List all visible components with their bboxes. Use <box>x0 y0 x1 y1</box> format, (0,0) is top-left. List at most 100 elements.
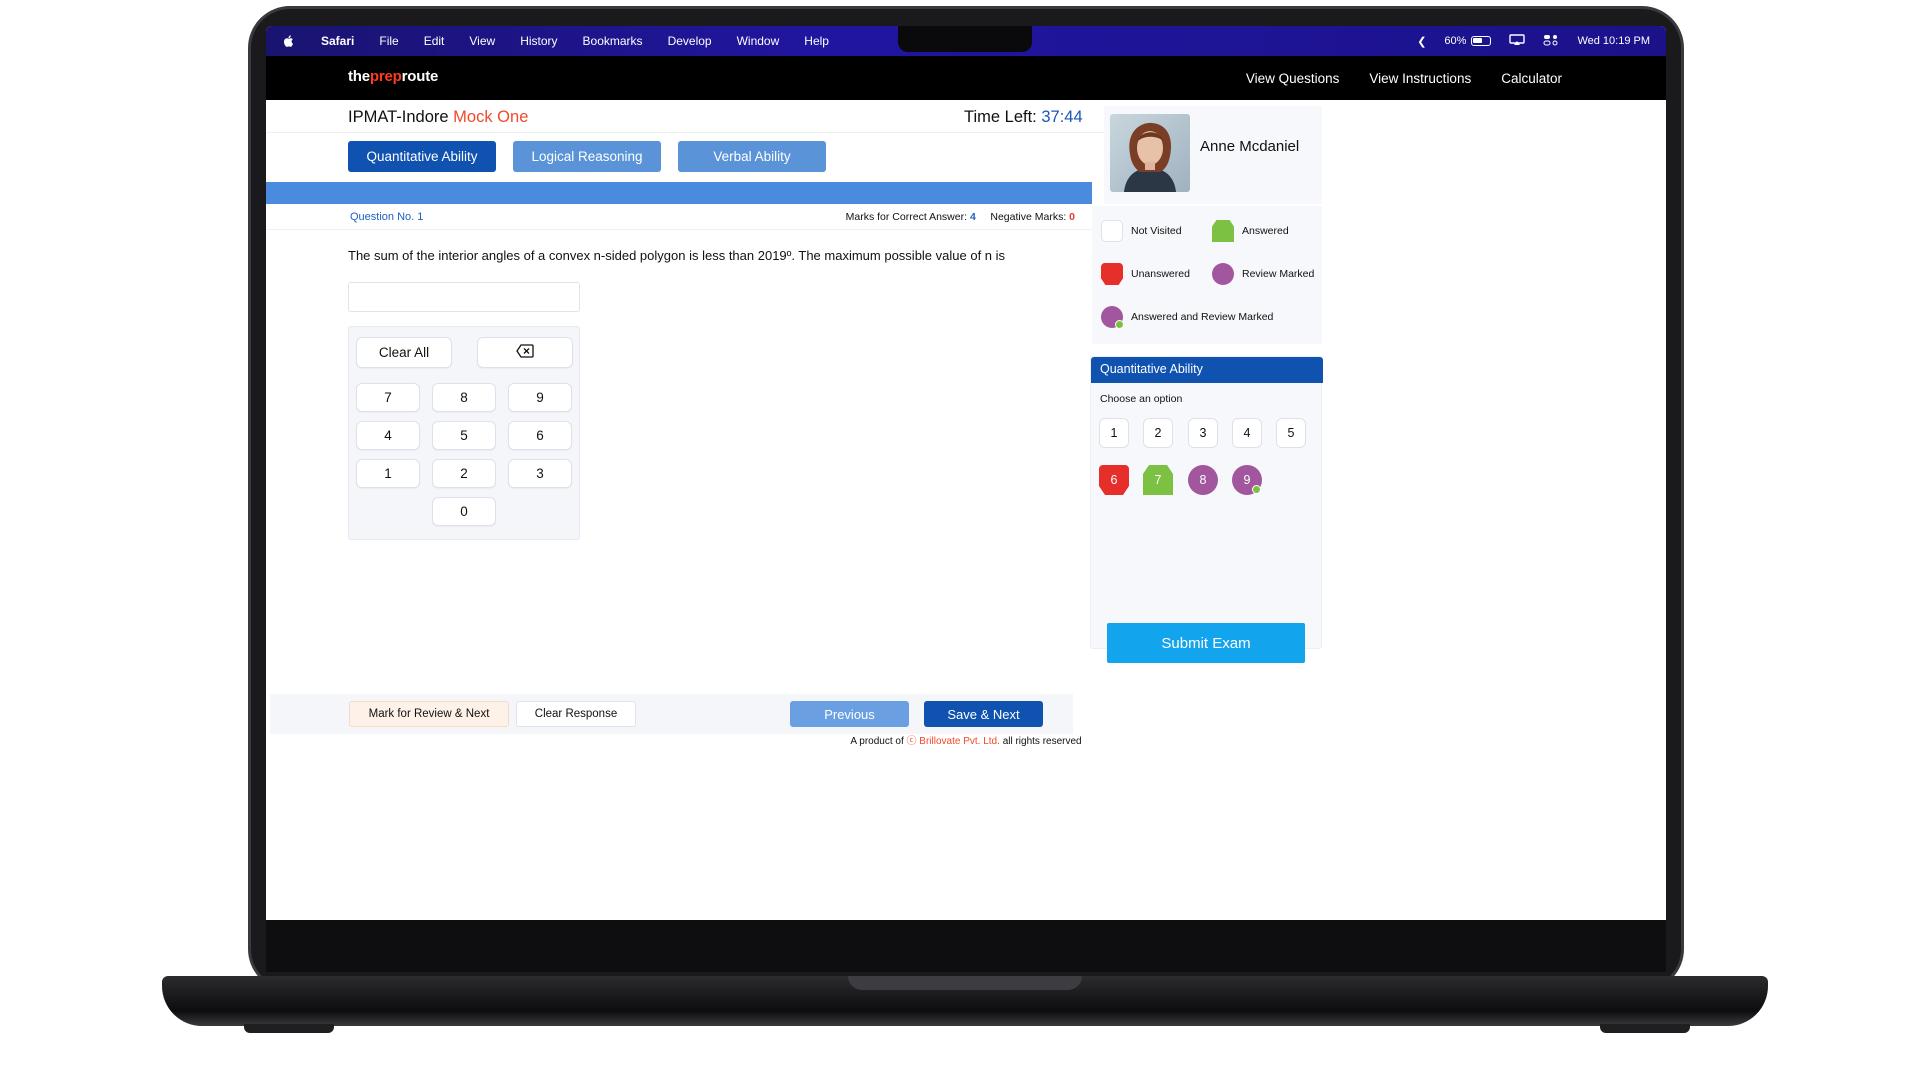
screen-mirroring-icon[interactable] <box>1509 33 1526 49</box>
nav-view-questions[interactable]: View Questions <box>1246 71 1340 86</box>
footer-prefix: A product of <box>850 736 904 747</box>
menu-file[interactable]: File <box>379 34 398 48</box>
question-panel: IPMAT-Indore Mock One Time Left: 37:44 Q… <box>266 100 1322 920</box>
key-0[interactable]: 0 <box>432 497 496 526</box>
palette-question-4[interactable]: 4 <box>1232 418 1262 448</box>
backspace-icon <box>516 344 534 361</box>
palette-question-5[interactable]: 5 <box>1276 418 1306 448</box>
mark-for-review-button[interactable]: Mark for Review & Next <box>349 701 509 727</box>
candidate-card: Anne Mcdaniel <box>1104 106 1322 204</box>
chevron-left-icon[interactable]: ❮ <box>1417 35 1426 48</box>
previous-button[interactable]: Previous <box>790 701 909 727</box>
laptop-foot <box>1600 1024 1690 1033</box>
key-8[interactable]: 8 <box>432 383 496 412</box>
laptop-bezel <box>266 920 1666 972</box>
palette-question-8[interactable]: 8 <box>1188 465 1218 495</box>
avatar <box>1110 114 1190 192</box>
question-number: Question No. 1 <box>350 211 424 223</box>
backspace-button[interactable] <box>477 337 573 368</box>
key-9[interactable]: 9 <box>508 383 572 412</box>
key-2[interactable]: 2 <box>432 459 496 488</box>
key-5[interactable]: 5 <box>432 421 496 450</box>
legend-label: Unanswered <box>1131 268 1190 280</box>
question-info-bar: Question No. 1 Marks for Correct Answer:… <box>266 204 1092 230</box>
legend-label: Review Marked <box>1242 268 1315 280</box>
brand-logo[interactable]: thepreproute <box>348 68 438 85</box>
laptop-foot <box>244 1024 334 1033</box>
exam-title: IPMAT-Indore Mock One <box>348 108 528 127</box>
apple-icon[interactable] <box>282 34 296 48</box>
macos-menubar: Safari File Edit View History Bookmarks … <box>266 26 1666 56</box>
marking-scheme: Marks for Correct Answer: 4 Negative Mar… <box>846 211 1075 223</box>
palette-question-2[interactable]: 2 <box>1143 418 1173 448</box>
screen: Safari File Edit View History Bookmarks … <box>266 26 1666 920</box>
section-tabs: Quantitative Ability Logical Reasoning V… <box>348 141 826 172</box>
battery-status[interactable]: 60% <box>1444 35 1492 47</box>
question-action-bar: Mark for Review & Next Clear Response Pr… <box>270 694 1073 734</box>
correct-marks-value: 4 <box>969 211 976 223</box>
legend-unanswered: Unanswered <box>1101 263 1190 285</box>
timer: Time Left: 37:44 <box>964 108 1083 127</box>
control-center-icon[interactable] <box>1543 34 1559 49</box>
tab-quantitative-ability[interactable]: Quantitative Ability <box>348 141 496 172</box>
answered-dot-icon <box>1252 485 1261 494</box>
top-navigation: View Questions View Instructions Calcula… <box>1246 56 1562 100</box>
menubar-app-name[interactable]: Safari <box>321 34 354 48</box>
not-visited-icon <box>1101 220 1123 242</box>
legend-answered: Answered <box>1212 220 1289 242</box>
legend-review-marked: Review Marked <box>1212 263 1314 285</box>
footer-company-link[interactable]: ⓒ Brillovate Pvt. Ltd. <box>907 736 1000 747</box>
battery-percent: 60% <box>1444 35 1467 47</box>
menu-develop[interactable]: Develop <box>668 34 712 48</box>
legend-not-visited: Not Visited <box>1101 220 1182 242</box>
nav-calculator[interactable]: Calculator <box>1501 71 1562 86</box>
legend-label: Not Visited <box>1131 225 1182 237</box>
negative-marks-label: Negative Marks: <box>990 211 1067 223</box>
negative-marks-value: 0 <box>1069 211 1075 223</box>
menu-bookmarks[interactable]: Bookmarks <box>583 34 643 48</box>
palette-section-title: Quantitative Ability <box>1091 357 1323 383</box>
legend-label: Answered and Review Marked <box>1131 311 1274 323</box>
answered-icon <box>1212 220 1234 242</box>
clear-response-button[interactable]: Clear Response <box>516 701 636 727</box>
menu-view[interactable]: View <box>469 34 495 48</box>
legend-answered-review: Answered and Review Marked <box>1101 306 1274 329</box>
clear-all-button[interactable]: Clear All <box>356 337 452 368</box>
palette-question-3[interactable]: 3 <box>1188 418 1218 448</box>
footer: A product of ⓒ Brillovate Pvt. Ltd. all … <box>266 732 1666 747</box>
palette-question-9-wrapper: 9 <box>1232 465 1262 495</box>
key-4[interactable]: 4 <box>356 421 420 450</box>
timer-value: 37:44 <box>1041 108 1083 126</box>
choose-option-label: Choose an option <box>1100 393 1183 405</box>
menu-window[interactable]: Window <box>737 34 780 48</box>
timer-label: Time Left: <box>964 108 1037 126</box>
logo-text: route <box>401 68 439 85</box>
key-3[interactable]: 3 <box>508 459 572 488</box>
menu-help[interactable]: Help <box>804 34 829 48</box>
numeric-keypad: Clear All 7 8 9 4 5 6 1 2 3 0 <box>348 326 580 540</box>
menu-history[interactable]: History <box>520 34 557 48</box>
review-marked-icon <box>1212 263 1234 285</box>
tab-verbal-ability[interactable]: Verbal Ability <box>678 141 826 172</box>
key-6[interactable]: 6 <box>508 421 572 450</box>
palette-question-6[interactable]: 6 <box>1099 465 1129 495</box>
section-band <box>266 182 1092 204</box>
nav-view-instructions[interactable]: View Instructions <box>1369 71 1471 86</box>
menu-edit[interactable]: Edit <box>424 34 445 48</box>
submit-exam-button[interactable]: Submit Exam <box>1107 623 1305 663</box>
answered-review-marked-icon <box>1101 306 1124 329</box>
answer-input[interactable] <box>348 282 580 312</box>
exam-variant: Mock One <box>453 108 529 126</box>
menubar-clock[interactable]: Wed 10:19 PM <box>1577 35 1650 47</box>
key-1[interactable]: 1 <box>356 459 420 488</box>
save-and-next-button[interactable]: Save & Next <box>924 701 1043 727</box>
key-7[interactable]: 7 <box>356 383 420 412</box>
status-legend: Not Visited Answered Unanswered Review M… <box>1092 206 1322 344</box>
palette-question-1[interactable]: 1 <box>1099 418 1129 448</box>
logo-accent-text: prep <box>369 68 402 85</box>
palette-question-7[interactable]: 7 <box>1143 465 1173 495</box>
tab-logical-reasoning[interactable]: Logical Reasoning <box>513 141 661 172</box>
candidate-name: Anne Mcdaniel <box>1200 138 1300 155</box>
question-text: The sum of the interior angles of a conv… <box>348 248 1006 263</box>
legend-label: Answered <box>1242 225 1289 237</box>
